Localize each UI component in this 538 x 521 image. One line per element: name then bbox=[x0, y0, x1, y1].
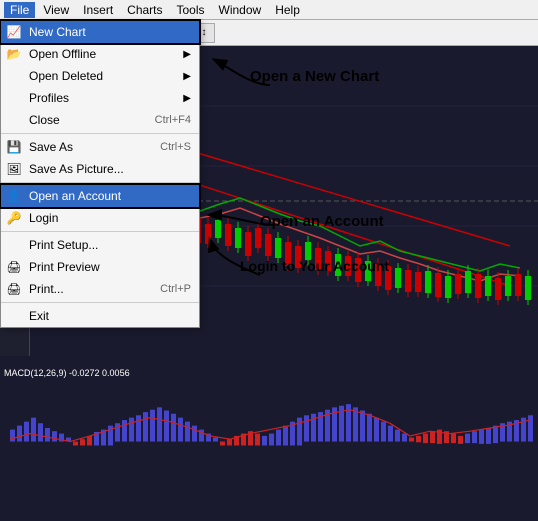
save-icon: 💾 bbox=[5, 138, 23, 156]
menu-help[interactable]: Help bbox=[269, 2, 306, 18]
menu-bar: File View Insert Charts Tools Window Hel… bbox=[0, 0, 538, 20]
menu-insert[interactable]: Insert bbox=[77, 2, 119, 18]
menu-item-print[interactable]: 🖨 Print... Ctrl+P bbox=[1, 278, 199, 300]
macd-label: MACD(12,26,9) -0.0272 0.0056 bbox=[4, 368, 130, 378]
menu-separator-2 bbox=[1, 182, 199, 183]
picture-icon: 🖼 bbox=[5, 160, 23, 178]
menu-separator-4 bbox=[1, 302, 199, 303]
login-icon: 🔑 bbox=[5, 209, 23, 227]
macd-svg bbox=[0, 366, 538, 521]
menu-item-new-chart[interactable]: 📈 New Chart bbox=[1, 21, 199, 43]
menu-item-profiles[interactable]: Profiles ▶ bbox=[1, 87, 199, 109]
menu-item-print-preview[interactable]: 🖨 Print Preview bbox=[1, 256, 199, 278]
menu-item-save-as[interactable]: 💾 Save As Ctrl+S bbox=[1, 136, 199, 158]
open-offline-icon: 📂 bbox=[5, 45, 23, 63]
menu-item-login[interactable]: 🔑 Login bbox=[1, 207, 199, 229]
account-icon: 👤 bbox=[5, 187, 23, 205]
menu-item-save-picture[interactable]: 🖼 Save As Picture... bbox=[1, 158, 199, 180]
menu-item-close[interactable]: Close Ctrl+F4 bbox=[1, 109, 199, 131]
new-chart-icon: 📈 bbox=[5, 23, 23, 41]
menu-window[interactable]: Window bbox=[213, 2, 268, 18]
menu-charts[interactable]: Charts bbox=[121, 2, 168, 18]
menu-file[interactable]: File bbox=[4, 2, 35, 18]
macd-area: MACD(12,26,9) -0.0272 0.0056 bbox=[0, 366, 538, 521]
menu-separator-3 bbox=[1, 231, 199, 232]
menu-item-open-deleted[interactable]: Open Deleted ▶ bbox=[1, 65, 199, 87]
submenu-arrow-2: ▶ bbox=[183, 71, 191, 82]
menu-view[interactable]: View bbox=[37, 2, 75, 18]
menu-separator-1 bbox=[1, 133, 199, 134]
menu-item-open-account[interactable]: 👤 Open an Account bbox=[1, 185, 199, 207]
menu-tools[interactable]: Tools bbox=[171, 2, 211, 18]
print-icon: 🖨 bbox=[5, 280, 23, 298]
preview-icon: 🖨 bbox=[5, 258, 23, 276]
menu-item-exit[interactable]: Exit bbox=[1, 305, 199, 327]
menu-item-open-offline[interactable]: 📂 Open Offline ▶ bbox=[1, 43, 199, 65]
file-dropdown-menu: 📈 New Chart 📂 Open Offline ▶ Open Delete… bbox=[0, 20, 200, 328]
menu-item-print-setup[interactable]: Print Setup... bbox=[1, 234, 199, 256]
submenu-arrow-3: ▶ bbox=[183, 93, 191, 104]
submenu-arrow: ▶ bbox=[183, 49, 191, 60]
